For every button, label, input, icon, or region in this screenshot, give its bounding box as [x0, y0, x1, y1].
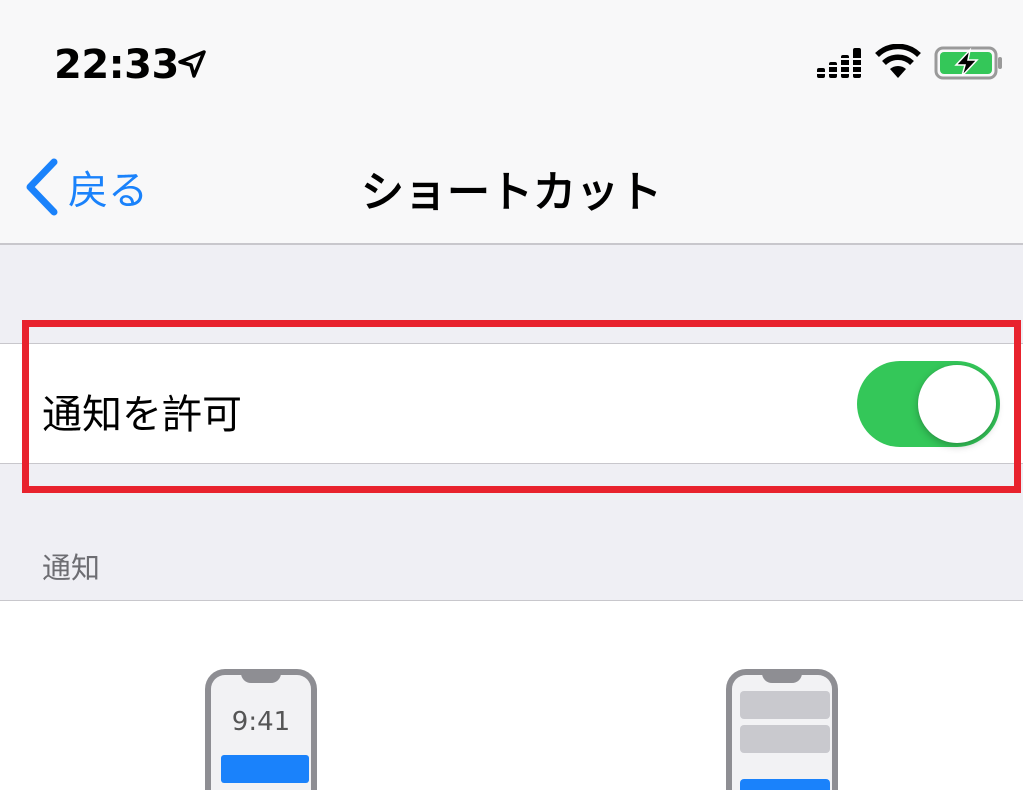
cellular-signal-icon	[817, 48, 861, 78]
status-bar: 22:33	[0, 0, 1023, 120]
phone-notch	[762, 669, 802, 683]
battery-charging-icon	[934, 46, 1002, 80]
switch-knob	[918, 365, 996, 443]
allow-notifications-switch[interactable]	[857, 361, 1000, 447]
preview-placeholder-bar	[740, 725, 830, 753]
preview-time: 9:41	[231, 707, 291, 737]
preview-banner	[221, 755, 309, 783]
notification-center-preview[interactable]	[726, 669, 838, 790]
allow-notifications-label: 通知を許可	[42, 392, 242, 438]
location-arrow-icon	[178, 50, 206, 78]
page-title: ショートカット	[361, 168, 662, 218]
allow-notifications-row: 通知を許可	[0, 343, 1023, 464]
top-chrome: 22:33 戻る ショートカット	[0, 0, 1023, 245]
wifi-icon	[875, 44, 921, 78]
preview-placeholder-bar	[740, 691, 830, 719]
status-time: 22:33	[54, 42, 179, 88]
lock-screen-preview[interactable]: 9:41	[205, 669, 317, 790]
alert-style-previews: 9:41	[0, 600, 1023, 790]
phone-notch	[241, 669, 281, 683]
navigation-bar: 戻る ショートカット	[0, 130, 1023, 245]
section-header-notifications: 通知	[42, 551, 101, 585]
preview-banner	[740, 779, 830, 790]
